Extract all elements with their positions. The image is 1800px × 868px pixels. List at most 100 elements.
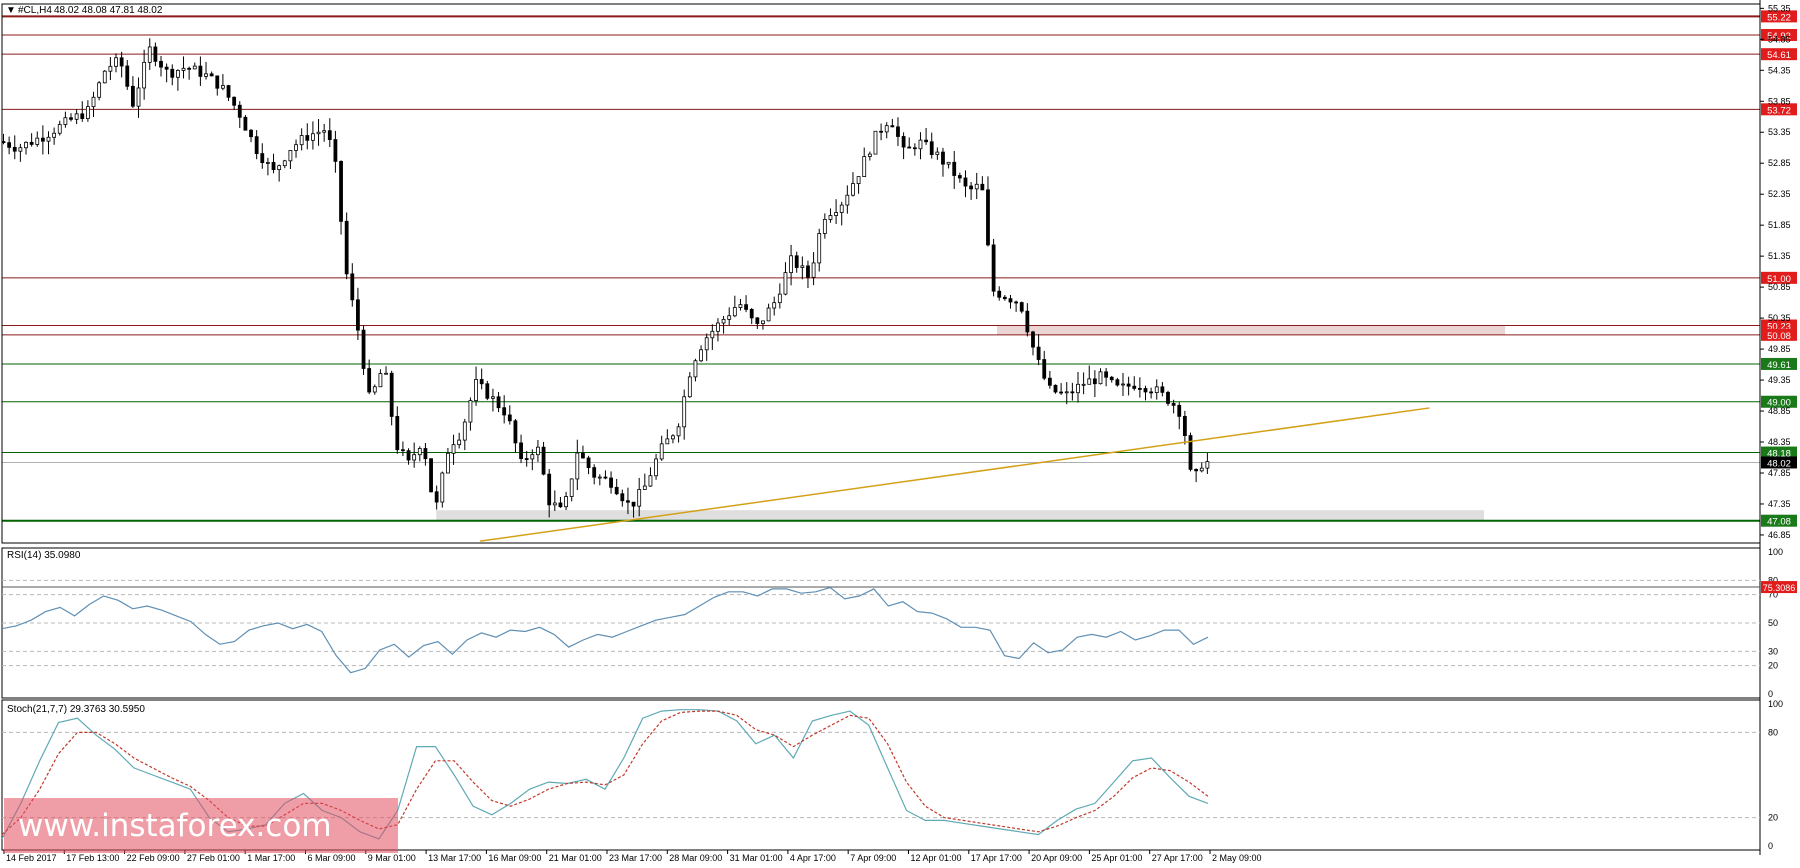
candle-body [789,255,793,274]
x-tick-label-14: 7 Apr 09:00 [850,853,896,863]
candle-body [1104,371,1109,378]
candle-body [845,194,850,206]
candle-body [603,476,608,479]
dropdown-triangle-icon[interactable]: ▼ [6,5,16,16]
candle-body [18,147,23,152]
x-tick-label-0: 14 Feb 2017 [6,853,57,863]
candle-body [671,435,675,440]
candle-body [783,272,788,295]
level-tag-text-54.61: 54.61 [1767,50,1791,61]
x-tick-label-7: 13 Mar 17:00 [428,853,481,863]
candle-body [564,496,568,508]
candle-body [361,329,366,369]
candle-body [1115,379,1120,386]
candle-body [1076,383,1080,394]
candle-body [1121,383,1125,386]
candle-body [102,70,107,84]
candle-body [1031,331,1035,348]
candle-body [1132,385,1137,389]
candle-body [153,46,158,62]
y-tick-label-0: 0 [1768,689,1773,699]
y-tick-label-48.85: 48.85 [1768,406,1791,416]
x-tick-label-9: 21 Mar 01:00 [549,853,602,863]
candle-body [1036,346,1041,360]
candle-body [862,156,867,177]
candle-body [412,454,417,461]
candle-body [389,372,394,417]
candle-body [1137,388,1142,390]
candle-body [457,439,462,446]
candle-body [52,132,57,138]
candle-body [822,219,827,234]
candle-body [761,320,765,324]
level-tag-text-47.08: 47.08 [1767,517,1791,528]
candle-body [209,73,214,77]
candle-body [957,175,962,179]
y-tick-label-49.85: 49.85 [1768,344,1791,354]
candle-body [136,87,141,107]
candle-body [536,446,540,456]
zone-0 [997,325,1506,335]
candle-body [1205,461,1210,469]
candle-body [755,317,760,324]
candle-body [794,255,799,268]
y-tick-label-52.35: 52.35 [1768,189,1791,199]
candle-body [1109,376,1114,381]
candle-body [1126,383,1131,387]
candle-body [80,113,85,119]
candle-body [125,65,130,87]
candle-body [204,73,208,77]
price-chart[interactable]: 55.2254.9254.6153.7251.0050.2350.0849.61… [0,0,1800,868]
candle-body [777,293,782,304]
candle-body [327,130,332,140]
candle-body [727,315,732,320]
candle-body [395,416,400,451]
x-tick-label-20: 2 May 09:00 [1212,853,1262,863]
y-tick-label-100: 100 [1768,699,1783,709]
y-tick-label-20: 20 [1768,661,1778,671]
candle-body [828,215,833,220]
y-tick-label-51.35: 51.35 [1768,251,1791,261]
candle-body [485,383,490,399]
candle-body [423,448,428,460]
candle-body [7,142,12,148]
candle-body [817,233,822,264]
y-tick-label-49.35: 49.35 [1768,375,1791,385]
candle-body [108,65,113,72]
candle-body [901,136,906,148]
candle-body [1053,384,1058,393]
candle-body [732,307,737,317]
candle-body [513,420,518,444]
candle-body [952,161,957,176]
y-tick-label-48.35: 48.35 [1768,437,1791,447]
x-tick-label-19: 27 Apr 17:00 [1152,853,1203,863]
y-tick-label-100: 100 [1768,547,1783,557]
candle-body [316,131,321,135]
candle-body [642,485,647,490]
candle-body [721,318,726,324]
y-tick-label-47.35: 47.35 [1768,499,1791,509]
y-tick-label-46.85: 46.85 [1768,530,1791,540]
candle-body [929,141,934,155]
candle-body [997,290,1002,298]
candle-body [181,67,186,71]
candle-body [440,472,445,503]
x-tick-label-11: 28 Mar 09:00 [669,853,722,863]
candle-body [586,457,591,468]
candle-body [980,183,985,191]
candle-body [294,144,298,151]
candle-body [884,125,889,133]
candle-body [1143,388,1148,393]
candle-body [29,141,34,145]
symbol-label: #CL,H4 [18,5,52,16]
candle-body [63,117,68,125]
candle-body [873,130,878,155]
candle-body [372,386,377,393]
candle-body [1081,383,1086,386]
y-tick-label-53.85: 53.85 [1768,96,1791,106]
candle-body [744,304,748,310]
y-tick-label-80: 80 [1768,727,1778,737]
x-tick-label-2: 22 Feb 09:00 [127,853,180,863]
candle-body [637,489,642,507]
candle-body [890,125,895,128]
